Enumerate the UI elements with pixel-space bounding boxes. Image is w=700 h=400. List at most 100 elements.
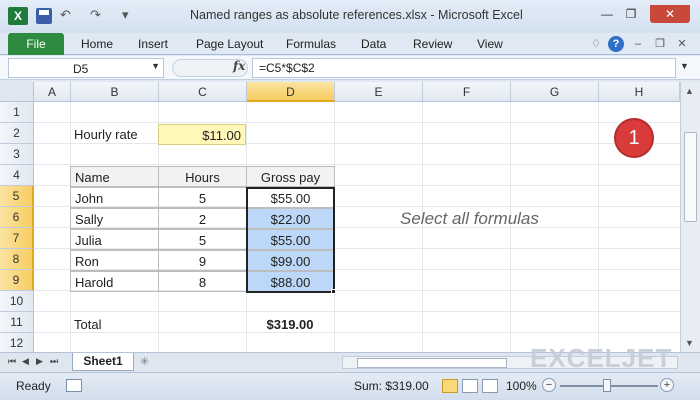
row-header-2[interactable]: 2 xyxy=(0,123,34,144)
restore-button[interactable]: ❐ xyxy=(620,5,642,23)
scroll-up-icon[interactable]: ▲ xyxy=(685,86,694,96)
cell-d11[interactable]: $319.00 xyxy=(246,314,334,335)
cell-c4[interactable]: Hours xyxy=(158,166,247,187)
window-title: Named ranges as absolute references.xlsx… xyxy=(190,8,523,22)
gridline xyxy=(34,122,680,123)
insert-sheet-icon[interactable]: ✳ xyxy=(140,355,156,369)
instruction-note: Select all formulas xyxy=(400,209,539,228)
tab-home[interactable]: Home xyxy=(81,37,113,51)
undo-icon[interactable]: ↶ xyxy=(60,7,71,23)
row-header-6[interactable]: 6 xyxy=(0,207,34,228)
vertical-scroll-thumb[interactable] xyxy=(684,132,697,222)
cell-d9[interactable]: $88.00 xyxy=(246,271,335,292)
cell-d4[interactable]: Gross pay xyxy=(246,166,335,187)
minimize-ribbon-icon[interactable]: ♢ xyxy=(588,36,604,52)
workbook-close-icon[interactable]: ✕ xyxy=(674,36,690,52)
zoom-out-icon[interactable]: − xyxy=(542,378,556,392)
cell-c7[interactable]: 5 xyxy=(158,229,247,250)
zoom-level[interactable]: 100% xyxy=(506,379,537,393)
status-bar: Ready Sum: $319.00 100% − + xyxy=(0,372,700,400)
column-header-b[interactable]: B xyxy=(71,82,159,102)
expand-formula-bar-icon[interactable]: ▼ xyxy=(680,61,689,71)
minimize-button[interactable]: — xyxy=(596,5,618,23)
cell-b2[interactable]: Hourly rate xyxy=(70,124,158,145)
tab-view[interactable]: View xyxy=(477,37,503,51)
tab-review[interactable]: Review xyxy=(413,37,452,51)
last-sheet-icon[interactable]: ⏭ xyxy=(50,356,58,367)
page-layout-view-icon[interactable] xyxy=(462,379,478,393)
cell-c8[interactable]: 9 xyxy=(158,250,247,271)
cell-c9[interactable]: 8 xyxy=(158,271,247,292)
cell-b8[interactable]: Ron xyxy=(70,250,159,271)
select-all-corner[interactable] xyxy=(0,82,34,102)
vertical-scrollbar[interactable]: ▲ ▼ xyxy=(680,82,700,352)
worksheet-grid[interactable]: A B C D E F G H 1 2 3 4 5 6 7 8 9 10 11 … xyxy=(0,82,680,352)
column-header-h[interactable]: H xyxy=(599,82,680,102)
workbook-restore-icon[interactable]: ❐ xyxy=(652,36,668,52)
name-box[interactable]: D5 ▼ xyxy=(8,58,164,78)
name-box-dropdown-icon[interactable]: ▼ xyxy=(151,61,160,71)
customize-qat-icon[interactable]: ▾ xyxy=(122,7,129,23)
row-header-5[interactable]: 5 xyxy=(0,186,34,207)
first-sheet-icon[interactable]: ⏮ xyxy=(8,356,16,367)
page-break-view-icon[interactable] xyxy=(482,379,498,393)
step-badge: 1 xyxy=(614,118,654,158)
column-header-f[interactable]: F xyxy=(423,82,511,102)
column-header-g[interactable]: G xyxy=(511,82,599,102)
horizontal-scroll-thumb[interactable] xyxy=(357,358,507,368)
cell-c5[interactable]: 5 xyxy=(158,187,247,208)
row-header-7[interactable]: 7 xyxy=(0,228,34,249)
cell-b11[interactable]: Total xyxy=(70,314,158,335)
cell-d8[interactable]: $99.00 xyxy=(246,250,335,271)
next-sheet-icon[interactable]: ▶ xyxy=(36,356,43,367)
column-header-e[interactable]: E xyxy=(335,82,423,102)
cell-d5[interactable]: $55.00 xyxy=(246,187,335,208)
formula-input[interactable]: =C5*$C$2 xyxy=(252,58,676,78)
cell-b7[interactable]: Julia xyxy=(70,229,159,250)
prev-sheet-icon[interactable]: ◀ xyxy=(22,356,29,367)
row-header-9[interactable]: 9 xyxy=(0,270,34,291)
sheet-tab-sheet1[interactable]: Sheet1 xyxy=(72,353,134,371)
row-header-4[interactable]: 4 xyxy=(0,165,34,186)
redo-icon[interactable]: ↷ xyxy=(90,7,101,23)
insert-function-icon[interactable]: fx xyxy=(233,59,245,73)
save-icon[interactable] xyxy=(36,8,52,24)
cell-b4[interactable]: Name xyxy=(70,166,159,187)
zoom-in-icon[interactable]: + xyxy=(660,378,674,392)
tab-insert[interactable]: Insert xyxy=(138,37,168,51)
status-sum: Sum: $319.00 xyxy=(354,379,429,393)
cell-d7[interactable]: $55.00 xyxy=(246,229,335,250)
tab-data[interactable]: Data xyxy=(361,37,386,51)
column-header-c[interactable]: C xyxy=(159,82,247,102)
cell-b6[interactable]: Sally xyxy=(70,208,159,229)
status-ready: Ready xyxy=(16,379,51,393)
cell-c6[interactable]: 2 xyxy=(158,208,247,229)
ribbon-tabs: File Home Insert Page Layout Formulas Da… xyxy=(0,33,700,55)
cell-b9[interactable]: Harold xyxy=(70,271,159,292)
excel-app-icon[interactable]: X xyxy=(8,7,28,25)
cell-d6[interactable]: $22.00 xyxy=(246,208,335,229)
workbook-minimize-icon[interactable]: – xyxy=(630,36,646,52)
column-header-a[interactable]: A xyxy=(34,82,71,102)
tab-file[interactable]: File xyxy=(8,33,64,55)
title-bar: X ↶ ↷ ▾ Named ranges as absolute referen… xyxy=(0,0,700,33)
scroll-down-icon[interactable]: ▼ xyxy=(685,338,694,348)
tab-formulas[interactable]: Formulas xyxy=(286,37,336,51)
fill-handle[interactable] xyxy=(331,289,336,294)
cell-c2[interactable]: $11.00 xyxy=(158,124,246,145)
name-box-value: D5 xyxy=(73,62,89,76)
row-header-11[interactable]: 11 xyxy=(0,312,34,333)
close-button[interactable]: ✕ xyxy=(650,5,690,23)
row-header-3[interactable]: 3 xyxy=(0,144,34,165)
normal-view-icon[interactable] xyxy=(442,379,458,393)
cell-b5[interactable]: John xyxy=(70,187,159,208)
help-icon[interactable]: ? xyxy=(608,36,624,52)
tab-page-layout[interactable]: Page Layout xyxy=(196,37,263,51)
macro-record-icon[interactable] xyxy=(66,379,82,392)
row-header-12[interactable]: 12 xyxy=(0,333,34,352)
row-header-8[interactable]: 8 xyxy=(0,249,34,270)
zoom-slider-thumb[interactable] xyxy=(603,379,611,392)
row-header-1[interactable]: 1 xyxy=(0,102,34,123)
column-header-d[interactable]: D xyxy=(247,82,335,102)
row-header-10[interactable]: 10 xyxy=(0,291,34,312)
